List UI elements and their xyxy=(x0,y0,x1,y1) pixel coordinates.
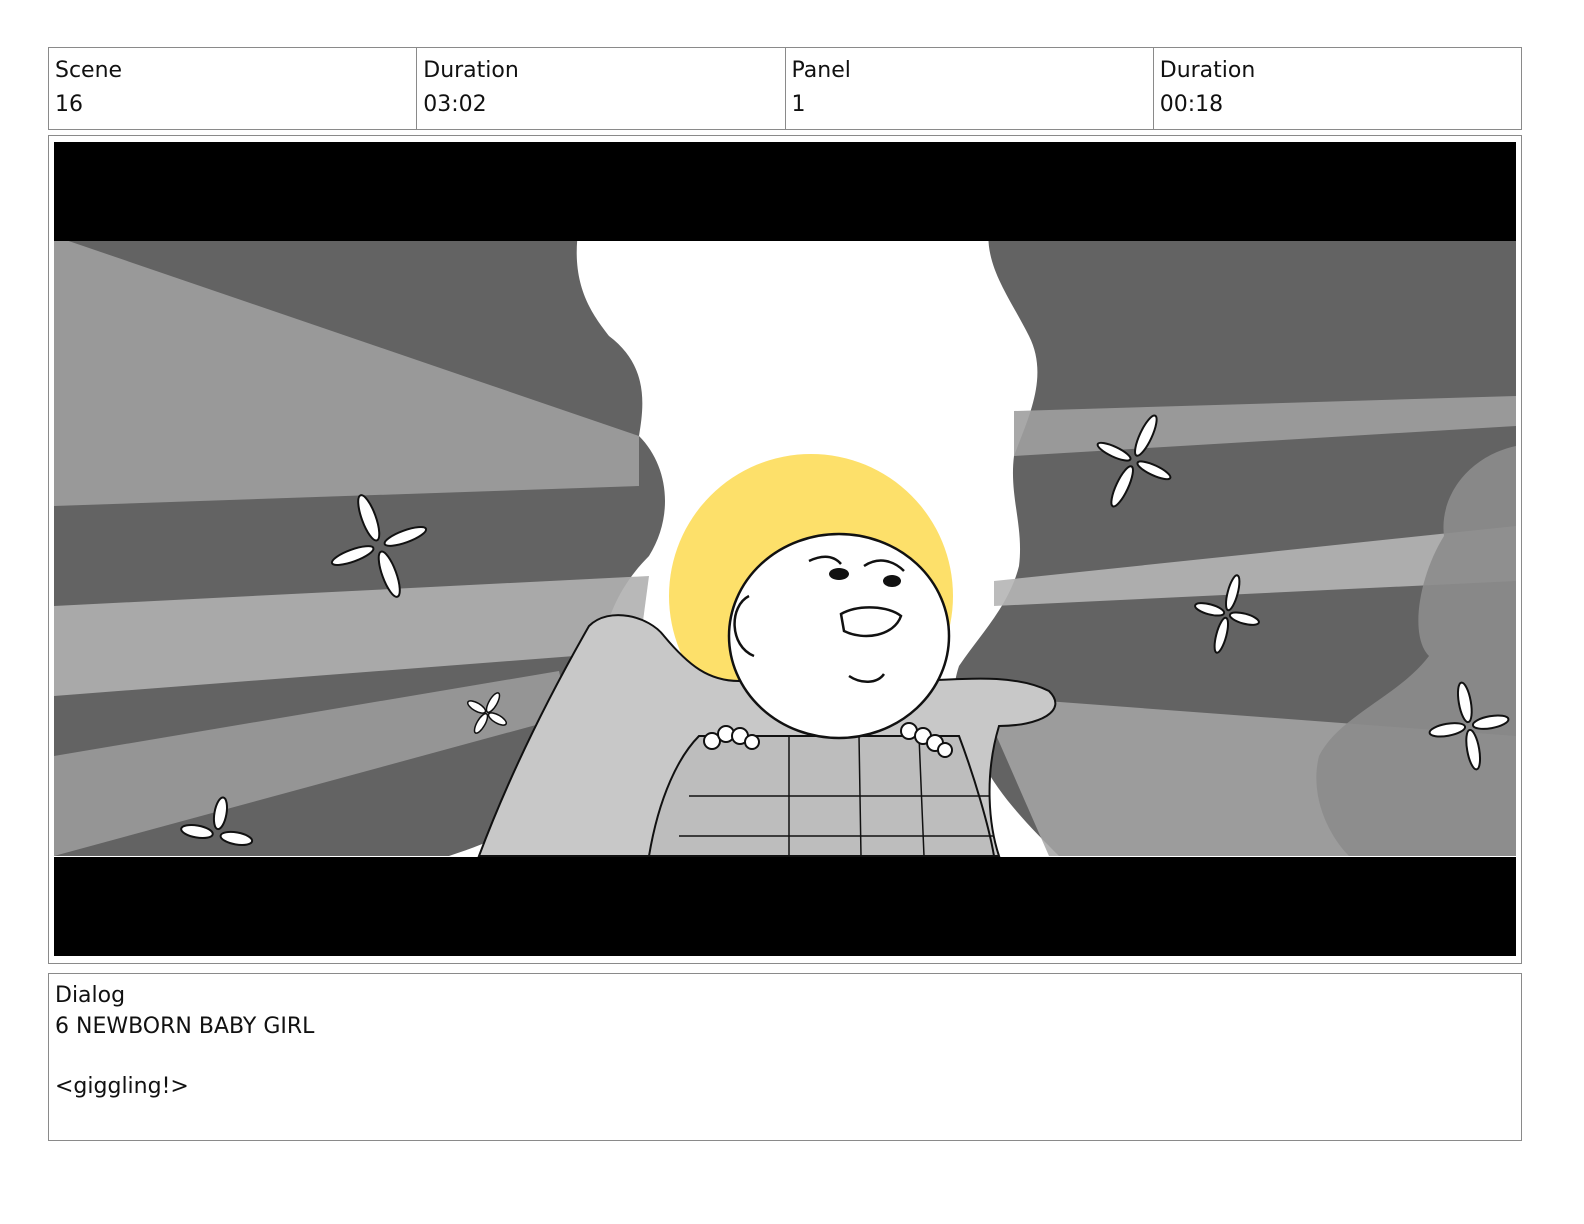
scene-duration-label: Duration xyxy=(423,58,519,83)
storyboard-panel xyxy=(48,135,1522,964)
panel-info-header: Scene 16 Duration 03:02 Panel 1 Duration… xyxy=(48,47,1522,130)
panel-value: 1 xyxy=(791,92,806,117)
panel-duration-label: Duration xyxy=(1159,58,1256,83)
scene-cell: Scene 16 xyxy=(49,48,416,129)
baby-eye xyxy=(883,575,901,587)
dialog-spacer xyxy=(55,1042,1515,1072)
letterbox-bottom xyxy=(54,857,1516,956)
baby-eye xyxy=(829,568,849,580)
scene-duration-value: 03:02 xyxy=(423,92,487,117)
dialog-section: Dialog 6 NEWBORN BABY GIRL <giggling!> xyxy=(48,973,1522,1141)
dialog-character: 6 NEWBORN BABY GIRL xyxy=(55,1014,315,1039)
scene-label: Scene xyxy=(55,58,123,83)
dialog-label: Dialog xyxy=(55,983,126,1008)
scene-value: 16 xyxy=(55,92,83,117)
letterbox-top xyxy=(54,142,1516,241)
panel-cell: Panel 1 xyxy=(784,48,1153,129)
panel-label: Panel xyxy=(791,58,851,83)
dialog-line: <giggling!> xyxy=(55,1074,189,1099)
panel-duration-cell: Duration 00:18 xyxy=(1152,48,1521,129)
panel-duration-value: 00:18 xyxy=(1159,92,1224,117)
scene-duration-cell: Duration 03:02 xyxy=(416,48,784,129)
panel-drawing xyxy=(54,142,1516,957)
baby-head xyxy=(727,532,951,740)
